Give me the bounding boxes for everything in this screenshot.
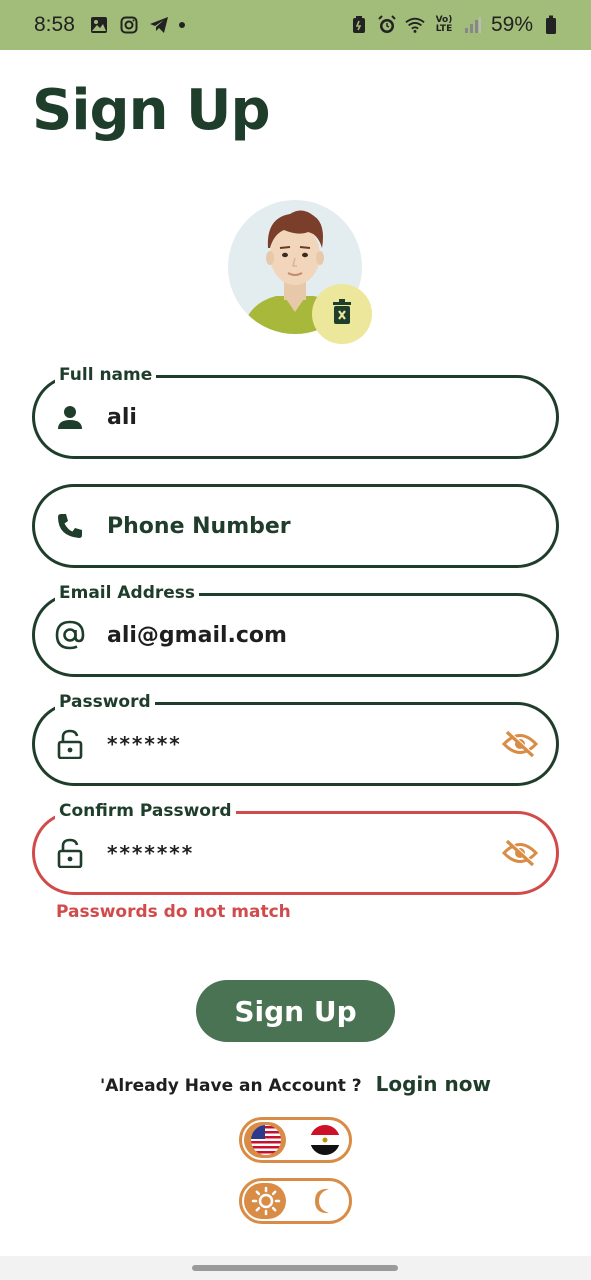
phone-field[interactable]	[32, 484, 559, 568]
more-notifications-dot-icon	[178, 22, 185, 28]
password-visibility-toggle[interactable]	[500, 724, 540, 764]
egypt-flag-icon	[307, 1122, 343, 1158]
person-icon	[55, 402, 85, 432]
signup-button[interactable]: Sign Up	[196, 980, 395, 1042]
home-gesture-bar[interactable]	[192, 1265, 398, 1271]
network-label: Vo) LTE	[435, 15, 453, 34]
battery-percent: 59%	[490, 13, 533, 36]
wifi-icon	[405, 15, 425, 35]
password-input[interactable]	[107, 705, 486, 783]
login-row: 'Already Have an Account ? Login now	[0, 1072, 591, 1096]
us-flag-icon	[248, 1122, 284, 1158]
instagram-notification-icon	[119, 15, 139, 35]
full-name-input[interactable]	[107, 378, 486, 456]
confirm-password-input[interactable]	[107, 814, 486, 892]
eye-off-icon	[502, 839, 538, 867]
login-link[interactable]: Login now	[376, 1072, 491, 1096]
gallery-notification-icon	[89, 15, 109, 35]
email-field[interactable]: Email Address	[32, 582, 559, 677]
delete-icon	[331, 299, 353, 329]
at-icon	[55, 620, 85, 650]
language-toggle[interactable]	[239, 1117, 352, 1163]
confirm-password-field[interactable]: Confirm Password	[32, 800, 559, 895]
full-name-field[interactable]: Full name	[32, 364, 559, 459]
password-field[interactable]: Password	[32, 691, 559, 786]
lock-icon	[55, 838, 85, 868]
status-time: 8:58	[34, 13, 75, 36]
sun-icon	[248, 1183, 284, 1219]
telegram-notification-icon	[149, 15, 169, 35]
eye-off-icon	[502, 730, 538, 758]
lock-icon	[55, 729, 85, 759]
status-left: 8:58	[34, 13, 185, 37]
login-prompt: 'Already Have an Account ?	[100, 1076, 362, 1096]
password-error-text: Passwords do not match	[56, 902, 291, 922]
battery-icon	[541, 15, 561, 35]
status-bar: 8:58 Vo) LTE 59%	[0, 0, 591, 50]
theme-toggle[interactable]	[239, 1178, 352, 1224]
phone-input[interactable]	[107, 487, 486, 565]
alarm-icon	[377, 15, 397, 35]
signal-icon	[463, 15, 483, 35]
phone-icon	[55, 511, 85, 541]
moon-icon	[307, 1183, 343, 1219]
delete-avatar-button[interactable]	[312, 284, 372, 344]
email-input[interactable]	[107, 596, 486, 674]
status-right: Vo) LTE 59%	[349, 13, 561, 37]
page-title: Sign Up	[32, 78, 271, 143]
battery-saver-icon	[349, 15, 369, 35]
confirm-password-visibility-toggle[interactable]	[500, 833, 540, 873]
navigation-bar	[0, 1256, 591, 1280]
